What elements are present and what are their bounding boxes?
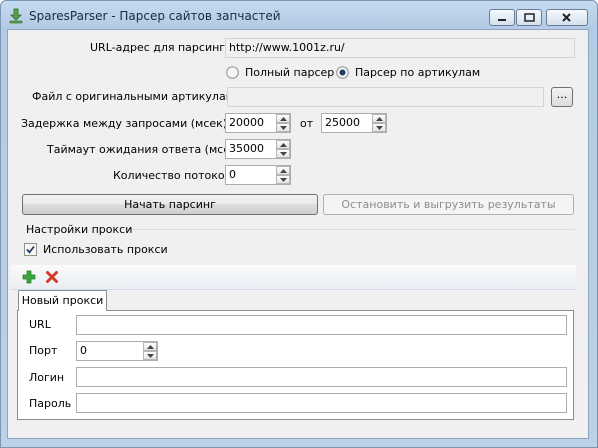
close-button[interactable] [546,9,588,26]
timeout-down-button[interactable] [276,149,290,158]
plus-icon[interactable] [22,270,36,284]
download-arrow-icon [9,8,23,24]
delay-from-stepper[interactable]: 20000 [225,113,291,133]
up-arrow-icon [280,143,287,147]
up-arrow-icon [280,169,287,173]
timeout-label: Таймаут ожидания ответа (мсек) [47,143,242,156]
maximize-icon [524,13,535,22]
stop-and-export-button[interactable]: Остановить и выгрузить результаты [323,194,574,215]
radio-article-parser-label[interactable]: Парсер по артикулам [355,66,480,79]
red-x-icon[interactable] [45,270,59,284]
url-input[interactable]: http://www.1001z.ru/ [225,38,575,58]
threads-stepper[interactable]: 0 [225,165,291,185]
down-arrow-icon [280,152,287,156]
threads-up-button[interactable] [276,166,290,175]
delay-to-stepper[interactable]: 25000 [321,113,387,133]
proxy-password-label: Пароль [29,397,72,410]
url-label: URL-адрес для парсинга [90,41,232,54]
proxy-port-stepper[interactable]: 0 [76,341,158,361]
proxy-port-down-button[interactable] [143,351,157,360]
down-arrow-icon [280,126,287,130]
use-proxy-label[interactable]: Использовать прокси [43,243,168,256]
proxy-url-label: URL [29,318,51,331]
delay-to-down-button[interactable] [372,123,386,132]
delay-label: Задержка между запросами (мсек) от [21,117,244,130]
down-arrow-icon [147,354,154,358]
tab-new-proxy[interactable]: Новый прокси [18,290,107,311]
proxy-login-label: Логин [29,371,65,384]
use-proxy-checkbox[interactable] [24,243,37,256]
minimize-icon [498,19,506,21]
window-title: SparesParser - Парсер сайтов запчастей [29,9,281,23]
proxy-url-input[interactable] [76,315,567,335]
timeout-up-button[interactable] [276,140,290,149]
up-arrow-icon [376,117,383,121]
proxy-toolbar [11,265,576,290]
proxy-login-input[interactable] [76,367,567,387]
proxy-password-input[interactable] [76,393,567,413]
browse-button[interactable]: ... [551,87,573,107]
maximize-button[interactable] [516,9,542,26]
close-icon [562,13,571,22]
timeout-stepper[interactable]: 35000 [225,139,291,159]
threads-label: Количество потоков [113,169,232,182]
delay-from-up-button[interactable] [276,114,290,123]
proxy-port-up-button[interactable] [143,342,157,351]
start-parsing-button[interactable]: Начать парсинг [22,194,318,215]
delay-from-down-button[interactable] [276,123,290,132]
radio-full-parser-label[interactable]: Полный парсер [245,66,334,79]
threads-down-button[interactable] [276,175,290,184]
proxy-group-border [124,229,575,230]
proxy-port-label: Порт [29,344,58,357]
radio-article-parser[interactable] [336,66,349,79]
radio-full-parser[interactable] [226,66,239,79]
minimize-button[interactable] [489,9,515,26]
file-path-input[interactable] [227,87,544,107]
up-arrow-icon [147,345,154,349]
up-arrow-icon [280,117,287,121]
down-arrow-icon [376,126,383,130]
delay-to-label: от [300,117,314,130]
proxy-group-title: Настройки прокси [26,223,133,236]
down-arrow-icon [280,178,287,182]
file-label: Файл с оригинальными артикулами [32,90,242,103]
title-bar[interactable]: SparesParser - Парсер сайтов запчастей [1,1,597,31]
delay-to-up-button[interactable] [372,114,386,123]
